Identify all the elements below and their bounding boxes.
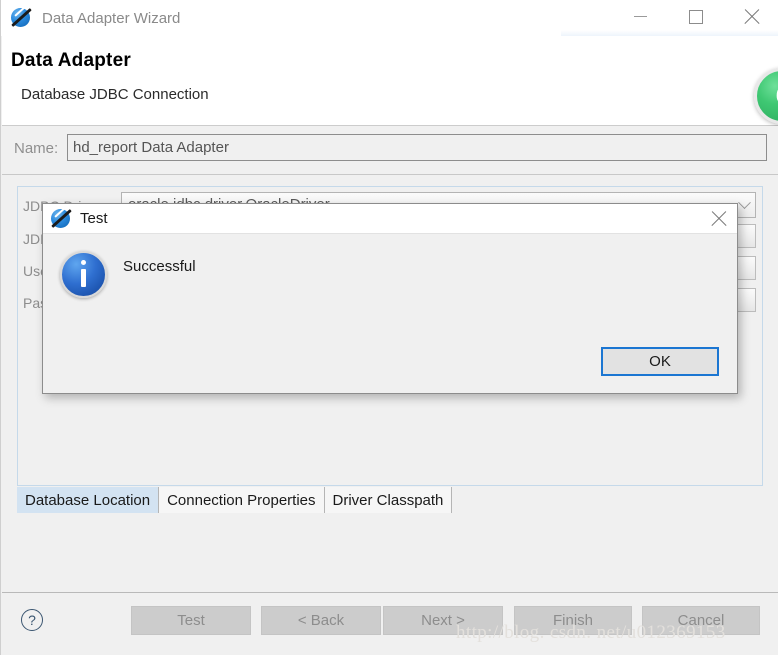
minimize-button[interactable] <box>617 0 663 33</box>
close-icon <box>743 8 761 26</box>
tab-driver-classpath[interactable]: Driver Classpath <box>324 487 453 513</box>
dialog-message: Successful <box>123 258 196 275</box>
cancel-button[interactable]: Cancel <box>642 606 760 635</box>
next-button[interactable]: Next > <box>383 606 503 635</box>
info-icon <box>60 251 107 298</box>
name-input[interactable] <box>67 134 767 161</box>
dialog-titlebar: Test <box>43 204 737 234</box>
window-title: Data Adapter Wizard <box>42 9 181 27</box>
window-titlebar: Data Adapter Wizard <box>1 0 778 36</box>
dialog-title: Test <box>80 210 108 227</box>
close-icon <box>710 210 728 228</box>
test-button[interactable]: Test <box>131 606 251 635</box>
maximize-button[interactable] <box>673 0 719 33</box>
name-row: Name: <box>2 126 778 175</box>
close-window-button[interactable] <box>729 0 775 33</box>
tab-database-location[interactable]: Database Location <box>17 487 160 513</box>
dialog-body: Successful OK <box>43 234 737 393</box>
maximize-icon <box>689 9 703 24</box>
footer-separator <box>2 592 778 593</box>
wizard-header: Data Adapter Database JDBC Connection <box>2 36 778 126</box>
page-subtitle: Database JDBC Connection <box>21 86 209 103</box>
finish-button[interactable]: Finish <box>514 606 632 635</box>
jaspersoft-icon <box>50 205 72 230</box>
data-adapter-wizard-window: Data Adapter Wizard Data Adapter Databas… <box>0 0 778 655</box>
help-icon[interactable]: ? <box>21 609 43 631</box>
name-label: Name: <box>14 140 59 157</box>
titlebar-left-group: Data Adapter Wizard <box>1 0 180 36</box>
jaspersoft-icon <box>10 5 32 29</box>
minimize-icon <box>633 16 647 17</box>
dialog-close-button[interactable] <box>707 208 731 230</box>
back-button[interactable]: < Back <box>261 606 381 635</box>
tab-bar: Database Location Connection Properties … <box>17 487 453 513</box>
test-result-dialog: Test Successful OK <box>42 203 738 394</box>
page-title: Data Adapter <box>11 50 131 71</box>
tab-connection-properties[interactable]: Connection Properties <box>159 487 325 513</box>
ok-button[interactable]: OK <box>601 347 719 376</box>
